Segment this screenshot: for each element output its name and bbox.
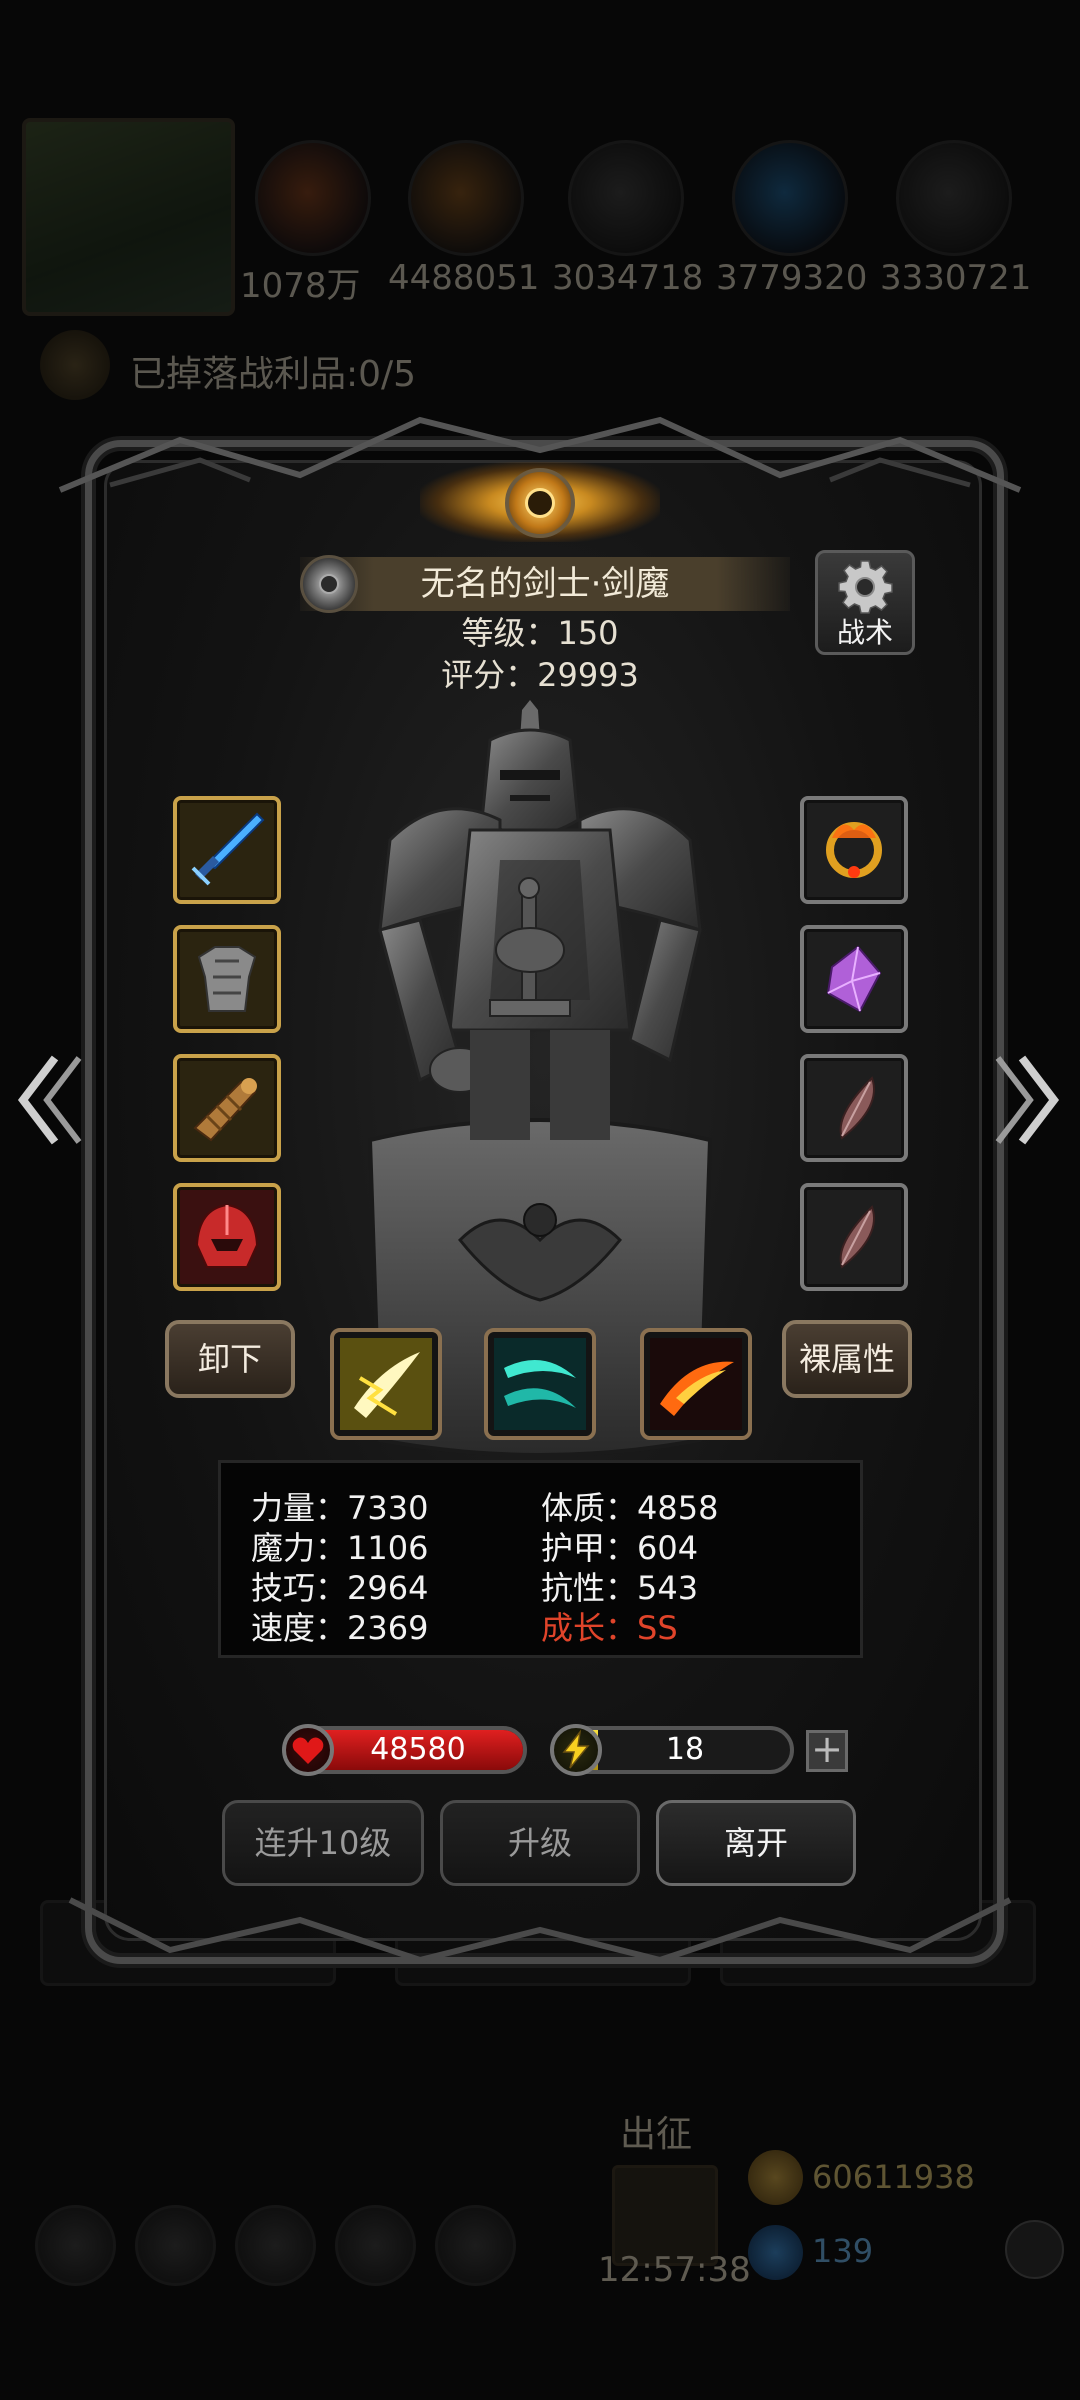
level-up-button[interactable]: 升级 bbox=[440, 1800, 640, 1886]
equip-slot-gloves[interactable] bbox=[173, 1054, 281, 1162]
level-up-10-button[interactable]: 连升10级 bbox=[222, 1800, 424, 1886]
equip-slot-armor[interactable] bbox=[173, 925, 281, 1033]
hero-name: 无名的剑士·剑魔 bbox=[420, 564, 670, 604]
countdown-timer: 12:57:38 bbox=[598, 2250, 751, 2290]
stat-growth: 成长：SS bbox=[541, 1609, 678, 1647]
skill-slot[interactable] bbox=[484, 1328, 596, 1440]
add-energy-button[interactable]: + bbox=[806, 1730, 848, 1772]
lightning-slash-icon bbox=[340, 1338, 432, 1430]
resource-icon bbox=[732, 140, 848, 256]
equip-slot-gem[interactable] bbox=[800, 925, 908, 1033]
background-portrait bbox=[22, 118, 235, 316]
equip-slot-accessory[interactable] bbox=[800, 1054, 908, 1162]
red-helmet-icon bbox=[195, 1203, 259, 1268]
gold-amount: 60611938 bbox=[812, 2158, 975, 2196]
resource-icon bbox=[255, 140, 371, 256]
wind-slash-icon bbox=[494, 1338, 586, 1430]
equip-slot-helmet[interactable] bbox=[173, 1183, 281, 1291]
feather-icon bbox=[839, 1205, 875, 1269]
steel-armor-icon bbox=[197, 946, 257, 1012]
skill-slot[interactable] bbox=[330, 1328, 442, 1440]
resource-value: 3034718 bbox=[552, 258, 704, 298]
hero-score: 评分：29993 bbox=[441, 656, 639, 694]
frame-ornament bbox=[68, 1897, 1012, 1964]
resource-value: 3779320 bbox=[716, 258, 868, 298]
resource-value: 4488051 bbox=[388, 258, 540, 298]
skill-slot[interactable] bbox=[640, 1328, 752, 1440]
resource-icon bbox=[568, 140, 684, 256]
stat-speed: 速度：2369 bbox=[251, 1609, 429, 1647]
unequip-button[interactable]: 卸下 bbox=[165, 1320, 295, 1398]
heart-icon bbox=[282, 1724, 334, 1776]
crest-emblem-icon bbox=[505, 468, 575, 538]
resource-icon bbox=[408, 140, 524, 256]
fire-slash-icon bbox=[650, 1338, 742, 1430]
previous-hero-arrow-icon[interactable] bbox=[15, 1050, 85, 1150]
tactics-label: 战术 bbox=[836, 616, 893, 649]
resource-value: 3330721 bbox=[880, 258, 1032, 298]
next-hero-arrow-icon[interactable] bbox=[992, 1050, 1062, 1150]
menu-icon bbox=[435, 2205, 516, 2286]
gem-icon bbox=[748, 2225, 803, 2280]
gold-coin-icon bbox=[748, 2150, 803, 2205]
blue-sword-icon bbox=[191, 812, 265, 886]
hero-class-icon bbox=[300, 555, 358, 613]
tactics-button[interactable]: 战术 bbox=[815, 550, 915, 655]
menu-icon bbox=[235, 2205, 316, 2286]
stats-panel: 力量：7330 魔力：1106 技巧：2964 速度：2369 体质：4858 … bbox=[218, 1460, 863, 1658]
menu-icon bbox=[335, 2205, 416, 2286]
add-currency-icon bbox=[1005, 2220, 1064, 2279]
equip-slot-ring[interactable] bbox=[800, 796, 908, 904]
equip-slot-accessory[interactable] bbox=[800, 1183, 908, 1291]
gear-icon bbox=[838, 560, 893, 614]
resource-value: 1078万 bbox=[240, 266, 361, 306]
base-attributes-button[interactable]: 裸属性 bbox=[782, 1320, 912, 1398]
menu-icon bbox=[135, 2205, 216, 2286]
gem-amount: 139 bbox=[812, 2232, 874, 2270]
fire-ring-icon bbox=[826, 822, 882, 878]
menu-icon bbox=[35, 2205, 116, 2286]
lightning-icon bbox=[550, 1724, 602, 1776]
purple-crystal-icon bbox=[826, 945, 882, 1013]
resource-icon bbox=[896, 140, 1012, 256]
leave-button[interactable]: 离开 bbox=[656, 1800, 856, 1886]
expedition-label: 出征 bbox=[620, 2114, 693, 2155]
feather-icon bbox=[839, 1076, 875, 1140]
hero-name-banner: 无名的剑士·剑魔 bbox=[300, 557, 790, 611]
gauntlet-icon bbox=[193, 1078, 257, 1142]
equip-slot-weapon[interactable] bbox=[173, 796, 281, 904]
hero-level: 等级：150 bbox=[461, 614, 619, 652]
